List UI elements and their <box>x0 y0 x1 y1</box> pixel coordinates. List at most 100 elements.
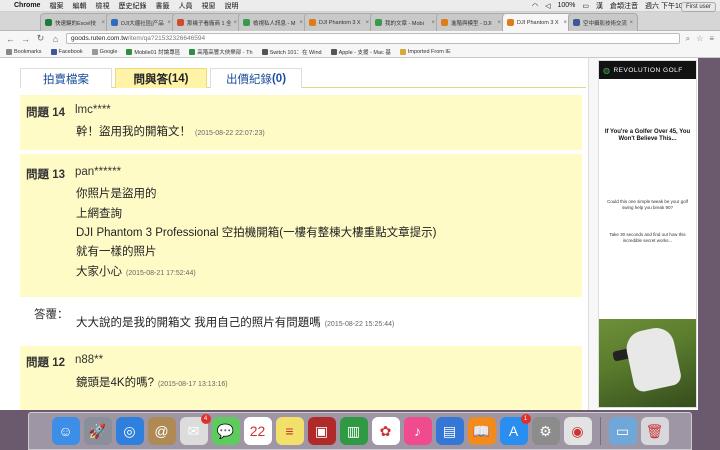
favicon-icon <box>441 19 448 26</box>
menu-people[interactable]: 人員 <box>178 1 192 11</box>
browser-tabbar: 快速鍵的Excel技 × DJI大疆社區[产品 × 那幾子看廠商 1 全 × 檢視私人訊息 … <box>0 12 720 31</box>
menu-help[interactable]: 說明 <box>224 1 238 11</box>
battery-percent[interactable]: 100% <box>558 2 576 9</box>
launchpad-icon[interactable]: 🚀 <box>83 417 112 445</box>
dock-badge: 1 <box>520 414 531 424</box>
dock-separator <box>599 417 601 445</box>
menu-edit[interactable]: 編輯 <box>72 1 86 11</box>
ibooks-icon[interactable]: 📖 <box>467 417 496 445</box>
bookmark-item[interactable]: 高階高響大俠樂部 - Th <box>189 48 253 56</box>
wifi-icon[interactable]: ◠ <box>532 2 538 10</box>
close-tab-icon[interactable]: × <box>629 20 633 26</box>
close-tab-icon[interactable]: × <box>431 20 435 26</box>
close-tab-icon[interactable]: × <box>167 20 171 26</box>
trash-icon[interactable]: 🗑 <box>640 417 669 445</box>
ime-label[interactable]: 倉頡注音 <box>610 1 638 11</box>
input-method[interactable]: 漢 <box>596 1 603 11</box>
messages-bubble-icon[interactable]: 💬 <box>211 417 240 445</box>
menu-history[interactable]: 歷史紀錄 <box>118 1 146 11</box>
question-text-line: 你照片是盜用的 <box>76 185 157 201</box>
bookmark-icon <box>399 48 406 55</box>
favicon-icon <box>375 19 382 26</box>
reload-icon[interactable]: ↻ <box>36 33 45 44</box>
qa-content: 拍賣檔案 問與答 (14) 出價紀錄 (0) 問題 14 lmc**** 幹！盜用我… <box>20 58 586 410</box>
menu-window[interactable]: 視窗 <box>201 1 215 11</box>
finder-icon[interactable]: ☺ <box>51 417 80 445</box>
notes-icon[interactable]: ≡ <box>275 417 304 445</box>
bookmark-icon <box>91 48 98 55</box>
menu-icon[interactable]: ≡ <box>709 34 714 43</box>
messages-icon[interactable]: ✉ 4 <box>179 414 211 445</box>
question-text: 大家小心 <box>76 266 122 278</box>
profile-button[interactable]: First user <box>680 2 716 12</box>
tab-title: DJI Phantom 3 X <box>319 19 361 26</box>
desktop-strip <box>698 58 720 410</box>
bookmark-item[interactable]: Bookmarks <box>6 48 42 55</box>
app-menu[interactable]: Chrome <box>14 2 40 9</box>
menu-bookmarks[interactable]: 書籤 <box>155 1 169 11</box>
browser-tab[interactable]: 我的文章 - Mobi × <box>370 13 440 31</box>
system-preferences-icon[interactable]: ⚙ <box>531 417 560 445</box>
bookmark-icon <box>126 48 133 55</box>
close-tab-icon[interactable]: × <box>497 20 501 26</box>
photos-icon[interactable]: ✿ <box>371 417 400 445</box>
bookmark-item[interactable]: Facebook <box>50 48 83 55</box>
bookmark-item[interactable]: Switch 101：在 Wind <box>261 48 322 56</box>
calendar-icon[interactable]: 22 <box>243 417 272 445</box>
bookmark-icon <box>189 48 196 55</box>
forward-icon[interactable]: → <box>21 34 30 44</box>
search-icon[interactable]: ⌕ <box>686 34 690 44</box>
question-time: (2015-08-21 17:52:44) <box>126 270 196 277</box>
close-tab-icon[interactable]: × <box>563 20 567 26</box>
tab-title: 檢視私人訊息 - M <box>253 20 296 27</box>
itunes-icon[interactable]: ♪ <box>403 417 432 445</box>
bookmark-item[interactable]: Apple - 支援 - Mac 基 <box>330 48 391 56</box>
appstore-icon[interactable]: A1 <box>499 414 531 445</box>
address-bar[interactable]: goods.ruten.com.tw/item/qa?2153232664659… <box>66 33 680 44</box>
safari-icon[interactable]: ◎ <box>115 417 144 445</box>
close-tab-icon[interactable]: × <box>101 20 105 26</box>
question-block: 問題 14 lmc**** 幹！盜用我的開箱文！ (2015-08-22 22:0… <box>20 95 582 150</box>
question-text-line: 幹！盜用我的開箱文！ (2015-08-22 22:07:23) <box>76 123 265 139</box>
volume-icon[interactable]: ◁ <box>545 2 550 10</box>
question-user[interactable]: pan****** <box>75 166 121 178</box>
close-tab-icon[interactable]: × <box>233 20 237 26</box>
menu-view[interactable]: 檢視 <box>95 1 109 11</box>
bookmark-item[interactable]: Mobile01 討論專區 <box>126 48 180 56</box>
menu-file[interactable]: 檔案 <box>49 1 63 11</box>
question-user[interactable]: lmc**** <box>75 104 111 116</box>
ad-paragraph: Take 30 seconds and find out how this in… <box>609 232 686 243</box>
browser-tab[interactable]: 空中攝影技術交流 × <box>568 13 638 31</box>
folder-icon[interactable]: ▭ <box>608 417 637 445</box>
browser-tab[interactable]: 那幾子看廠商 1 全 × <box>172 13 242 31</box>
page-scrollbar[interactable] <box>588 58 598 410</box>
photobooth-icon[interactable]: ▣ <box>307 417 336 445</box>
advertisement[interactable]: ◍ REVOLUTION GOLF If You're a Golfer Ove… <box>598 60 697 408</box>
chrome-icon[interactable]: ◉ <box>563 417 592 445</box>
browser-tab[interactable]: 進階與模型 - DJI × <box>436 13 506 31</box>
tab-questions[interactable]: 問與答 (14) <box>115 68 207 88</box>
keynote-icon[interactable]: ▤ <box>435 417 464 445</box>
browser-tab[interactable]: DJI大疆社區[产品 × <box>106 13 176 31</box>
home-icon[interactable]: ⌂ <box>51 34 60 44</box>
tab-auction-file[interactable]: 拍賣檔案 <box>20 68 112 88</box>
bookmark-item[interactable]: Imported From IE <box>399 48 451 55</box>
bookmark-item[interactable]: Google <box>91 48 117 55</box>
question-text-line: DJI Phantom 3 Professional 空拍機開箱(一樓有整棟大樓… <box>76 224 436 240</box>
browser-tab[interactable]: 檢視私人訊息 - M × <box>238 13 308 31</box>
close-tab-icon[interactable]: × <box>365 20 369 26</box>
bookmarks-bar: Bookmarks Facebook Google Mobile01 討論專區 高階高響… <box>0 46 720 58</box>
question-user[interactable]: n88** <box>75 354 103 366</box>
bookmark-label: Facebook <box>58 48 83 55</box>
bookmark-star-icon[interactable]: ☆ <box>696 34 703 43</box>
back-icon[interactable]: ← <box>6 34 15 44</box>
favicon-icon <box>111 19 118 26</box>
browser-tab[interactable]: DJI Phantom 3 X × <box>304 13 374 31</box>
contacts-icon[interactable]: @ <box>147 417 176 445</box>
ad-logo-icon: ◍ <box>603 65 611 75</box>
numbers-icon[interactable]: ▥ <box>339 417 368 445</box>
browser-tab[interactable]: DJI Phantom 3 X × <box>502 13 572 31</box>
tab-bid-history[interactable]: 出價紀錄 (0) <box>210 68 302 88</box>
browser-tab[interactable]: 快速鍵的Excel技 × <box>40 13 110 31</box>
close-tab-icon[interactable]: × <box>299 20 303 26</box>
